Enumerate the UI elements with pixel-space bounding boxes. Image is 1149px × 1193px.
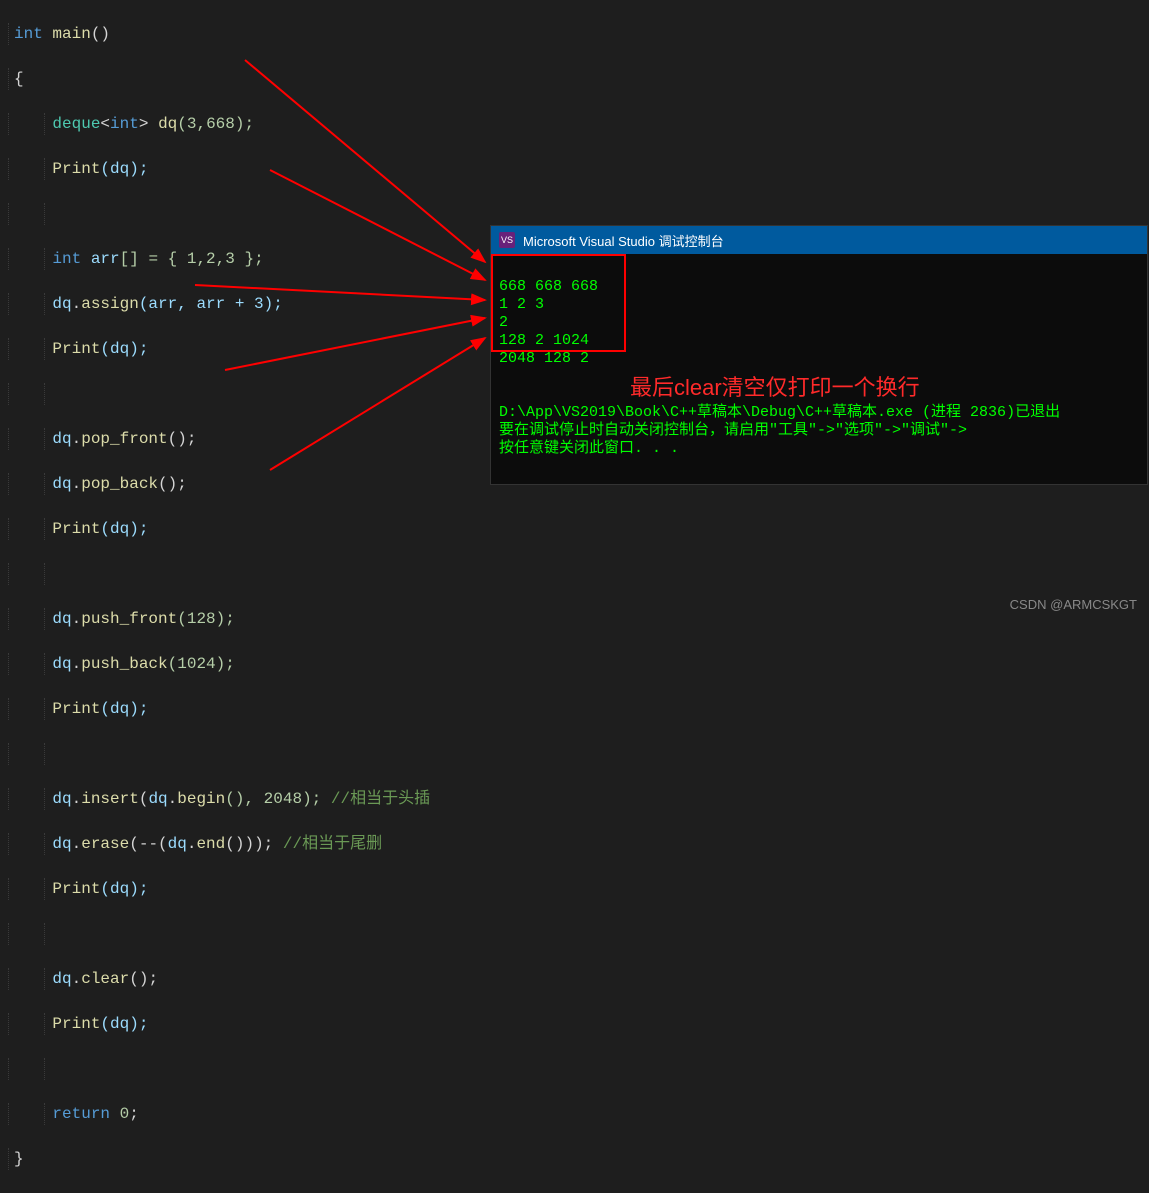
fn-print4: Print [52,700,100,718]
op-gt: > [139,115,149,133]
args: (3,668); [177,115,254,133]
fn-pushfront: push_front [81,610,177,628]
var-dq5: dq [52,610,71,628]
annotation-text: 最后clear清空仅打印一个换行 [630,370,920,402]
fn-end: end [196,835,225,853]
num-zero: 0 [110,1105,129,1123]
dot: . [72,610,82,628]
dot: . [72,655,82,673]
var-dq10: dq [168,835,187,853]
parens: () [91,25,110,43]
console-window[interactable]: VS Microsoft Visual Studio 调试控制台 668 668… [490,225,1148,485]
vs-icon: VS [499,232,515,248]
fn-begin: begin [177,790,225,808]
fn-print5: Print [52,880,100,898]
paren: (--( [129,835,167,853]
op-lt: < [100,115,110,133]
console-msg-1: D:\App\VS2019\Book\C++草稿本\Debug\C++草稿本.e… [499,404,1060,421]
comment-1: //相当于头插 [331,790,430,808]
args: (arr, arr + 3); [139,295,283,313]
fn-print6: Print [52,1015,100,1033]
brace-open: { [14,70,24,88]
args: (dq); [100,160,148,178]
console-msg-3: 按任意键关闭此窗口. . . [499,440,679,457]
args: (dq); [100,340,148,358]
args: (dq); [100,1015,148,1033]
dot: . [72,430,82,448]
args: (1024); [168,655,235,673]
args: (dq); [100,880,148,898]
fn-clear: clear [81,970,129,988]
dot: . [72,835,82,853]
var-dq7: dq [52,790,71,808]
dot: . [72,970,82,988]
args: ())); [225,835,283,853]
out-line-2: 1 2 3 [499,296,544,313]
var-dq9: dq [52,835,71,853]
var-dq4: dq [52,475,71,493]
out-line-3: 2 [499,314,508,331]
var-dq11: dq [52,970,71,988]
fn-popfront: pop_front [81,430,167,448]
dot: . [72,475,82,493]
kw-return: return [52,1105,110,1123]
fn-main: main [52,25,90,43]
console-title-text: Microsoft Visual Studio 调试控制台 [523,231,724,250]
out-line-1: 668 668 668 [499,278,598,295]
dot: . [168,790,178,808]
fn-pushback: push_back [81,655,167,673]
fn-assign: assign [81,295,139,313]
args: (dq); [100,520,148,538]
semi: ; [129,1105,139,1123]
fn-print3: Print [52,520,100,538]
args: (dq); [100,700,148,718]
kw-int3: int [52,250,81,268]
watermark: CSDN @ARMCSKGT [1010,597,1137,612]
dot: . [72,295,82,313]
type-deque: deque [52,115,100,133]
fn-insert: insert [81,790,139,808]
fn-print: Print [52,160,100,178]
out-line-4: 128 2 1024 [499,332,589,349]
console-titlebar[interactable]: VS Microsoft Visual Studio 调试控制台 [491,226,1147,254]
comment-2: //相当于尾删 [283,835,382,853]
brace-close: } [14,1150,24,1168]
args: (128); [177,610,235,628]
dot: . [72,790,82,808]
args: (), 2048); [225,790,331,808]
fn-erase: erase [81,835,129,853]
args: (); [158,475,187,493]
var-dq8: dq [148,790,167,808]
var-arr: arr [91,250,120,268]
args: (); [129,970,158,988]
var-dq: dq [158,115,177,133]
dot: . [187,835,197,853]
kw-int2: int [110,115,139,133]
kw-int: int [14,25,43,43]
paren: ( [139,790,149,808]
var-dq6: dq [52,655,71,673]
fn-popback: pop_back [81,475,158,493]
args: (); [168,430,197,448]
out-line-5: 2048 128 2 [499,350,589,367]
var-dq3: dq [52,430,71,448]
console-body[interactable]: 668 668 668 1 2 3 2 128 2 1024 2048 128 … [491,254,1147,482]
fn-print2: Print [52,340,100,358]
console-msg-2: 要在调试停止时自动关闭控制台，请启用"工具"->"选项"->"调试"-> [499,422,967,439]
arr-init: [] = { 1,2,3 }; [120,250,264,268]
var-dq2: dq [52,295,71,313]
